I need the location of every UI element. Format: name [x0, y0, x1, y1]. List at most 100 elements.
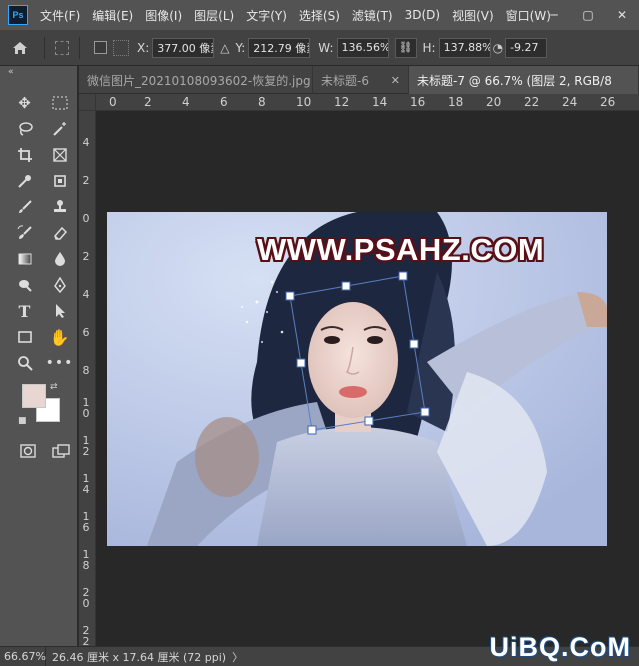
pen-tool-icon[interactable]	[43, 272, 76, 298]
ruler-tick-label: 2	[82, 174, 90, 187]
divider	[79, 36, 80, 59]
menu-view[interactable]: 视图(V)	[446, 7, 500, 24]
window-controls: ─ ▢ ✕	[537, 0, 639, 30]
tab-label: 微信图片_20210108093602-恢复的.jpg	[87, 73, 311, 88]
reference-grid-icon[interactable]	[113, 39, 129, 56]
hand-tool-icon[interactable]: ✋	[43, 324, 76, 350]
h-label: H:	[422, 40, 436, 55]
blur-tool-icon[interactable]	[43, 246, 76, 272]
ruler-tick-label: 12	[334, 95, 350, 109]
gradient-tool-icon[interactable]	[8, 246, 41, 272]
watermark-text: WWW.PSAHZ.COM	[257, 232, 545, 267]
ruler-tick-label: 1 8	[82, 548, 90, 572]
foreground-color-swatch[interactable]	[22, 384, 46, 408]
spot-healing-tool-icon[interactable]	[43, 168, 76, 194]
tab-label: 未标题-6	[321, 73, 369, 88]
site-watermark-logo: UiBQ.CoM	[489, 632, 631, 662]
ruler-tick-label: 26	[600, 95, 616, 109]
default-colors-icon[interactable]: ■	[18, 416, 27, 426]
document-tabs: 微信图片_20210108093602-恢复的.jpg ✕ 未标题-6 ✕ 未标…	[79, 66, 639, 94]
h-input[interactable]: 137.88%	[438, 37, 491, 58]
tools-panel: « ✥ T ✋ ••• ⇄ ■	[0, 66, 78, 646]
vertical-ruler[interactable]: 4 2 0 2 4 6 8 1 0 1 2 1 4 1 6 1 8 2 0 2 …	[79, 111, 96, 646]
reference-point-checkbox[interactable]	[94, 41, 107, 54]
photoshop-logo: Ps	[8, 5, 28, 25]
tab-close-icon[interactable]: ✕	[391, 74, 400, 87]
y-input[interactable]: 212.79 像素	[248, 37, 311, 58]
ruler-tick-label: 0	[82, 212, 90, 225]
home-button[interactable]	[0, 30, 40, 66]
y-label: Y:	[235, 40, 246, 55]
ruler-tick-label: 14	[372, 95, 388, 109]
menu-select[interactable]: 选择(S)	[293, 7, 346, 24]
menu-3d[interactable]: 3D(D)	[399, 8, 446, 22]
reference-point-icon[interactable]	[55, 40, 69, 55]
eyedropper-tool-icon[interactable]	[8, 168, 41, 194]
minimize-button[interactable]: ─	[537, 0, 571, 30]
marquee-tool-icon[interactable]	[43, 90, 76, 116]
tab-document-2[interactable]: 未标题-6 ✕	[313, 66, 409, 94]
options-bar: X: 377.00 像素 △ Y: 212.79 像素 W: 136.56% ⛓…	[0, 30, 639, 66]
ruler-tick-label: 16	[410, 95, 426, 109]
ruler-origin[interactable]	[79, 94, 96, 111]
x-input[interactable]: 377.00 像素	[152, 37, 215, 58]
menu-type[interactable]: 文字(Y)	[240, 7, 293, 24]
dodge-tool-icon[interactable]	[8, 272, 41, 298]
link-icon[interactable]: ⛓	[394, 37, 417, 58]
stamp-tool-icon[interactable]	[43, 194, 76, 220]
menu-layer[interactable]: 图层(L)	[188, 7, 240, 24]
ruler-tick-label: 2	[144, 95, 152, 109]
ruler-tick-label: 10	[296, 95, 312, 109]
menu-image[interactable]: 图像(I)	[139, 7, 188, 24]
document-image[interactable]: WWW.PSAHZ.COM	[107, 212, 607, 546]
document-info: 26.46 厘米 x 17.64 厘米 (72 ppi)	[52, 650, 227, 664]
rectangle-tool-icon[interactable]	[8, 324, 41, 350]
quick-mask-icon[interactable]	[12, 438, 45, 464]
divider	[44, 36, 45, 59]
history-brush-tool-icon[interactable]	[8, 220, 41, 246]
ruler-tick-label: 8	[258, 95, 266, 109]
screen-mode-icon[interactable]	[45, 438, 78, 464]
ruler-tick-label: 4	[82, 136, 90, 149]
more-tools-icon[interactable]: •••	[43, 350, 76, 376]
ruler-tick-label: 1 0	[82, 396, 90, 420]
color-swatches: ⇄ ■	[16, 380, 76, 436]
status-menu-arrow-icon[interactable]: 〉	[232, 649, 243, 665]
path-selection-tool-icon[interactable]	[43, 298, 76, 324]
lasso-tool-icon[interactable]	[8, 116, 41, 142]
ruler-tick-label: 8	[82, 364, 90, 377]
zoom-level-field[interactable]: 66.67%	[0, 646, 46, 666]
brush-tool-icon[interactable]	[8, 194, 41, 220]
swap-colors-icon[interactable]: ⇄	[50, 382, 58, 392]
zoom-tool-icon[interactable]	[8, 350, 41, 376]
menu-file[interactable]: 文件(F)	[34, 7, 86, 24]
type-tool-icon[interactable]: T	[8, 298, 41, 324]
angle-input[interactable]: -9.27	[505, 37, 548, 58]
ruler-tick-label: 4	[82, 288, 90, 301]
menu-edit[interactable]: 编辑(E)	[86, 7, 139, 24]
move-tool-icon[interactable]: ✥	[8, 90, 41, 116]
document-canvas[interactable]: WWW.PSAHZ.COM	[96, 111, 639, 646]
home-icon	[13, 41, 27, 54]
horizontal-ruler[interactable]: 0 2 4 6 8 10 12 14 16 18 20 22 24 26	[96, 94, 639, 111]
ruler-tick-label: 22	[524, 95, 540, 109]
tab-document-1[interactable]: 微信图片_20210108093602-恢复的.jpg ✕	[79, 66, 313, 94]
angle-icon: ◔	[492, 40, 504, 55]
collapse-toolbar-button[interactable]: «	[0, 66, 77, 78]
close-button[interactable]: ✕	[605, 0, 639, 30]
delta-icon[interactable]: △	[220, 41, 229, 55]
ruler-tick-label: 4	[182, 95, 190, 109]
magic-wand-tool-icon[interactable]	[43, 116, 76, 142]
w-input[interactable]: 136.56%	[336, 37, 389, 58]
maximize-button[interactable]: ▢	[571, 0, 605, 30]
ruler-tick-label: 20	[486, 95, 502, 109]
menu-filter[interactable]: 滤镜(T)	[346, 7, 399, 24]
eraser-tool-icon[interactable]	[43, 220, 76, 246]
ruler-tick-label: 2	[82, 250, 90, 263]
ruler-tick-label: 1 2	[82, 434, 90, 458]
tab-document-3[interactable]: 未标题-7 @ 66.7% (图层 2, RGB/8	[409, 66, 639, 94]
frame-tool-icon[interactable]	[43, 142, 76, 168]
ruler-tick-label: 1 4	[82, 472, 90, 496]
w-label: W:	[318, 40, 334, 55]
crop-tool-icon[interactable]	[8, 142, 41, 168]
